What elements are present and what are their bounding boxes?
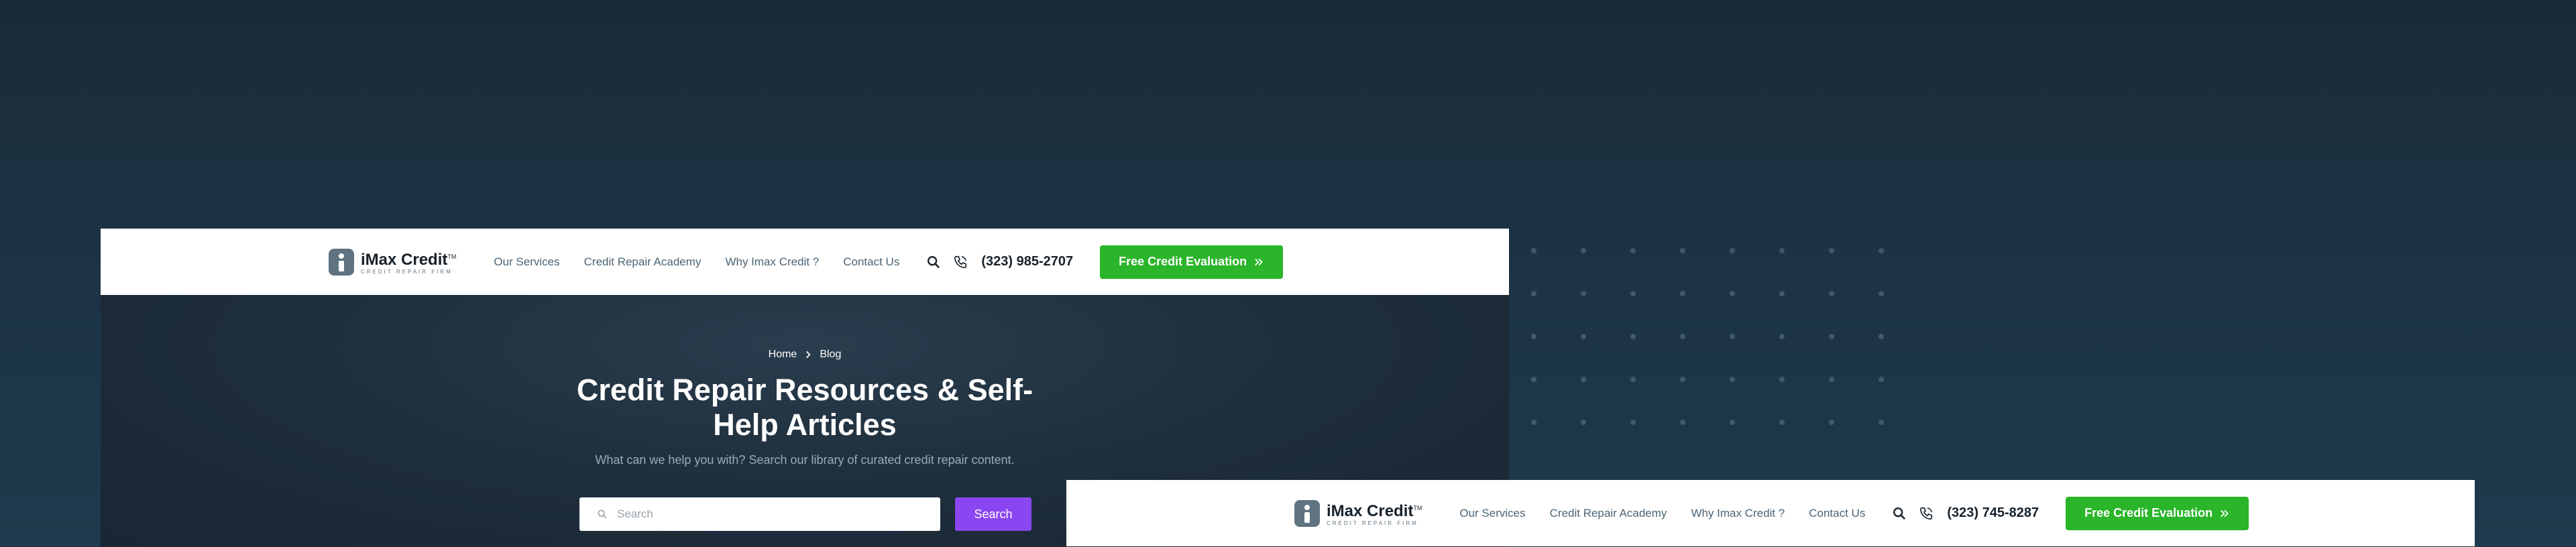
breadcrumb: Home Blog — [101, 349, 1509, 361]
nav-item-contact-us[interactable]: Contact Us — [1809, 507, 1865, 520]
logo[interactable]: iMax CreditTM CREDIT REPAIR FIRM — [1294, 499, 1422, 527]
brand-trademark: TM — [447, 253, 457, 260]
cta-label: Free Credit Evaluation — [2084, 506, 2213, 520]
brand-name: iMax Credit — [361, 251, 448, 269]
brand-tagline: CREDIT REPAIR FIRM — [361, 269, 453, 275]
phone-icon[interactable] — [953, 255, 968, 269]
dot-grid-decoration — [1509, 229, 1885, 450]
breadcrumb-current: Blog — [820, 349, 842, 360]
nav-item-our-services[interactable]: Our Services — [494, 255, 559, 269]
sticky-navbar: iMax CreditTM CREDIT REPAIR FIRM Our Ser… — [1066, 480, 2475, 546]
brand-name: iMax Credit — [1327, 502, 1414, 520]
search-icon[interactable] — [1892, 506, 1907, 521]
nav-menu: Our Services Credit Repair Academy Why I… — [1459, 507, 1865, 520]
logo-mark-icon — [329, 248, 354, 276]
nav-menu: Our Services Credit Repair Academy Why I… — [494, 255, 899, 269]
nav-item-why-imax-credit[interactable]: Why Imax Credit ? — [1691, 507, 1785, 520]
phone-icon[interactable] — [1919, 506, 1934, 521]
blog-search-form: Search — [579, 497, 1031, 531]
search-button[interactable]: Search — [955, 497, 1031, 531]
nav-item-our-services[interactable]: Our Services — [1459, 507, 1525, 520]
breadcrumb-home-link[interactable]: Home — [769, 349, 797, 361]
page-title: Credit Repair Resources & Self-Help Arti… — [576, 373, 1033, 442]
search-field-wrapper — [579, 497, 940, 531]
double-chevron-right-icon — [1255, 258, 1264, 265]
cta-label: Free Credit Evaluation — [1119, 255, 1247, 268]
search-icon — [598, 509, 607, 519]
free-credit-evaluation-button[interactable]: Free Credit Evaluation — [2066, 496, 2249, 530]
brand-trademark: TM — [1413, 505, 1422, 511]
search-icon[interactable] — [926, 255, 941, 269]
nav-tools: (323) 745-8287 Free Credit Evaluation — [1892, 496, 2249, 530]
phone-number-link[interactable]: (323) 745-8287 — [1947, 505, 2039, 521]
nav-item-credit-repair-academy[interactable]: Credit Repair Academy — [1550, 507, 1667, 520]
brand-tagline: CREDIT REPAIR FIRM — [1327, 520, 1418, 526]
chevron-right-icon — [806, 351, 811, 359]
nav-tools: (323) 985-2707 Free Credit Evaluation — [926, 245, 1284, 279]
nav-item-why-imax-credit[interactable]: Why Imax Credit ? — [725, 255, 819, 269]
double-chevron-right-icon — [2221, 509, 2229, 517]
page-subtitle: What can we help you with? Search our li… — [595, 453, 1015, 467]
nav-item-credit-repair-academy[interactable]: Credit Repair Academy — [584, 255, 702, 269]
logo-mark-icon — [1294, 499, 1320, 527]
nav-item-contact-us[interactable]: Contact Us — [843, 255, 899, 269]
search-input[interactable] — [616, 507, 927, 522]
main-navbar: iMax CreditTM CREDIT REPAIR FIRM Our Ser… — [101, 229, 1509, 295]
phone-number-link[interactable]: (323) 985-2707 — [981, 254, 1073, 269]
free-credit-evaluation-button[interactable]: Free Credit Evaluation — [1100, 245, 1284, 279]
logo[interactable]: iMax CreditTM CREDIT REPAIR FIRM — [329, 248, 456, 276]
